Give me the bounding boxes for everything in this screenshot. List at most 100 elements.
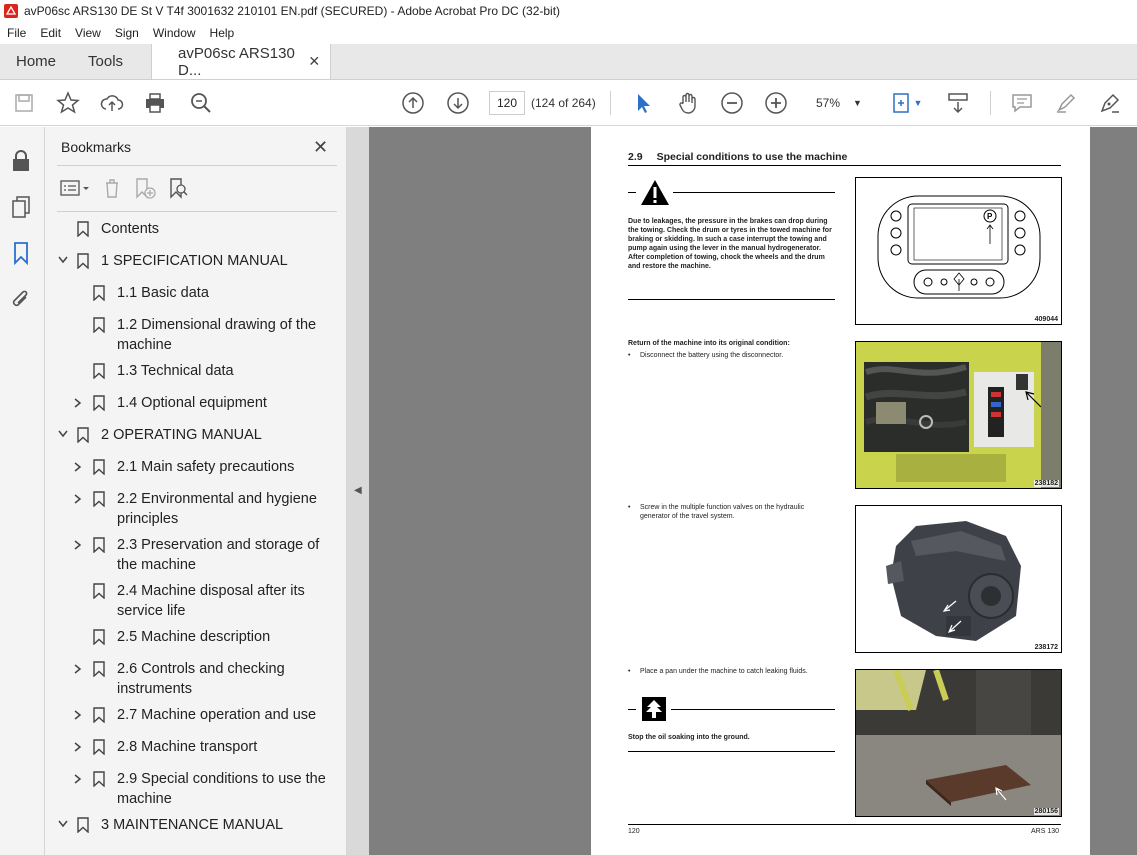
- footer-rule: [628, 824, 1061, 825]
- tab-close-button[interactable]: ✕: [308, 53, 320, 70]
- lock-icon[interactable]: [10, 149, 34, 173]
- figure-number: 280156: [1033, 808, 1059, 815]
- new-bookmark-icon[interactable]: [133, 177, 157, 199]
- bookmark-icon: [77, 253, 89, 270]
- bookmark-label: Contents: [101, 221, 160, 237]
- highlight-pen-icon[interactable]: [1054, 91, 1078, 115]
- chevron-right-icon[interactable]: [73, 773, 83, 788]
- dashboard-drawing: P: [877, 195, 1041, 299]
- comment-icon[interactable]: [1010, 91, 1034, 115]
- page-count: (124 of 264): [531, 96, 596, 110]
- bullet-dot: •: [628, 504, 631, 511]
- menu-sign[interactable]: Sign: [108, 26, 146, 40]
- bookmark-icon: [93, 661, 105, 678]
- rule: [673, 192, 835, 193]
- chevron-right-icon[interactable]: [73, 539, 83, 554]
- bullet-screw-valves: Screw in the multiple function valves on…: [640, 504, 805, 520]
- bookmark-icon: [77, 817, 89, 834]
- bookmark-icon: [93, 537, 105, 554]
- fit-caret-icon[interactable]: ▼: [912, 91, 924, 115]
- page-number-input[interactable]: 120: [489, 91, 525, 115]
- chevron-right-icon[interactable]: [73, 709, 83, 724]
- chevron-down-icon[interactable]: [57, 819, 69, 832]
- zoom-search-icon[interactable]: [189, 91, 213, 115]
- environment-icon: [642, 697, 666, 721]
- bookmark-label: 1.3 Technical data: [117, 363, 234, 379]
- next-page-icon[interactable]: [446, 91, 470, 115]
- rule: [628, 709, 636, 710]
- zoom-caret-icon[interactable]: ▼: [853, 98, 862, 108]
- pane-collapse-handle[interactable]: ◀: [347, 127, 369, 855]
- chevron-right-icon[interactable]: [73, 461, 83, 476]
- bookmark-label: 2.4 Machine disposal after its service l…: [117, 583, 305, 619]
- tab-bar: Home Tools avP06sc ARS130 D... ✕: [0, 44, 1137, 80]
- rule: [628, 192, 636, 193]
- menu-edit[interactable]: Edit: [33, 26, 68, 40]
- bookmark-label: 2.8 Machine transport: [117, 739, 258, 755]
- environment-text: Stop the oil soaking into the ground.: [628, 734, 750, 741]
- title-bar: avP06sc ARS130 DE St V T4f 3001632 21010…: [0, 0, 1137, 22]
- bookmark-icon: [93, 707, 105, 724]
- prev-page-icon[interactable]: [401, 91, 425, 115]
- bookmark-label: 1.2 Dimensional drawing of the machine: [117, 317, 317, 353]
- attachments-icon[interactable]: [10, 287, 34, 311]
- figure-battery-disconnector: 238182: [855, 341, 1062, 489]
- find-bookmark-icon[interactable]: [167, 177, 189, 199]
- bookmark-icon: [93, 771, 105, 788]
- menu-file[interactable]: File: [0, 26, 33, 40]
- bookmark-options-icon[interactable]: [59, 177, 91, 199]
- pump-photo: [886, 521, 1021, 641]
- sign-pen-icon[interactable]: [1098, 91, 1122, 115]
- figure-dashboard: P 409044: [855, 177, 1062, 325]
- toolbar-divider: [990, 91, 991, 115]
- scroll-mode-icon[interactable]: [946, 91, 970, 115]
- chevron-down-icon[interactable]: [57, 255, 69, 268]
- hand-tool-icon[interactable]: [676, 91, 700, 115]
- bookmarks-close-button[interactable]: ✕: [313, 137, 328, 158]
- bookmark-label: 1.1 Basic data: [117, 285, 209, 301]
- collapse-arrow-icon[interactable]: ◀: [354, 485, 362, 496]
- zoom-out-icon[interactable]: [720, 91, 744, 115]
- select-cursor-icon[interactable]: [632, 91, 656, 115]
- warning-text: Due to leakages, the pressure in the bra…: [628, 218, 832, 270]
- bookmark-label: 2.6 Controls and checking instruments: [117, 661, 285, 697]
- bullet-disconnect: Disconnect the battery using the disconn…: [640, 352, 784, 359]
- chevron-down-icon[interactable]: [57, 429, 69, 442]
- fit-page-icon[interactable]: [890, 91, 914, 115]
- tab-home[interactable]: Home: [0, 44, 72, 79]
- figure-number: 238182: [1033, 480, 1059, 487]
- acrobat-icon: [4, 4, 18, 18]
- upload-icon[interactable]: [100, 91, 124, 115]
- print-icon[interactable]: [143, 91, 167, 115]
- menu-view[interactable]: View: [68, 26, 108, 40]
- page-thumbnails-icon[interactable]: [10, 195, 34, 219]
- section-number: 2.9: [628, 151, 643, 163]
- bullet-place-pan: Place a pan under the machine to catch l…: [640, 668, 808, 675]
- chevron-right-icon[interactable]: [73, 663, 83, 678]
- tab-tools[interactable]: Tools: [72, 44, 139, 79]
- bookmark-icon: [93, 317, 105, 334]
- document-viewport[interactable]: 2.9 Special conditions to use the machine…: [369, 127, 1137, 855]
- bookmark-label: 2.3 Preservation and storage of the mach…: [117, 537, 320, 573]
- pdf-page: 2.9 Special conditions to use the machine…: [591, 127, 1090, 855]
- chevron-right-icon[interactable]: [73, 397, 83, 412]
- divider: [57, 211, 337, 212]
- bookmark-label: 1.4 Optional equipment: [117, 395, 267, 411]
- chevron-right-icon[interactable]: [73, 741, 83, 756]
- pan-photo: [856, 670, 1061, 816]
- star-icon[interactable]: [56, 91, 80, 115]
- bookmark-label: 2.2 Environmental and hygiene principles: [117, 491, 317, 527]
- figure-hydraulic-generator: 238172: [855, 505, 1062, 653]
- chevron-right-icon[interactable]: [73, 493, 83, 508]
- save-icon[interactable]: [12, 91, 36, 115]
- bookmarks-panel-icon[interactable]: [10, 241, 34, 266]
- section-heading: 2.9 Special conditions to use the machine: [628, 151, 1061, 166]
- delete-bookmark-icon[interactable]: [101, 177, 123, 199]
- tab-document[interactable]: avP06sc ARS130 D... ✕: [151, 44, 332, 79]
- bookmarks-toolbar: [59, 177, 189, 201]
- zoom-in-icon[interactable]: [764, 91, 788, 115]
- menu-window[interactable]: Window: [146, 26, 203, 40]
- bookmark-icon: [93, 285, 105, 302]
- bookmark-icon: [77, 427, 89, 444]
- menu-help[interactable]: Help: [203, 26, 242, 40]
